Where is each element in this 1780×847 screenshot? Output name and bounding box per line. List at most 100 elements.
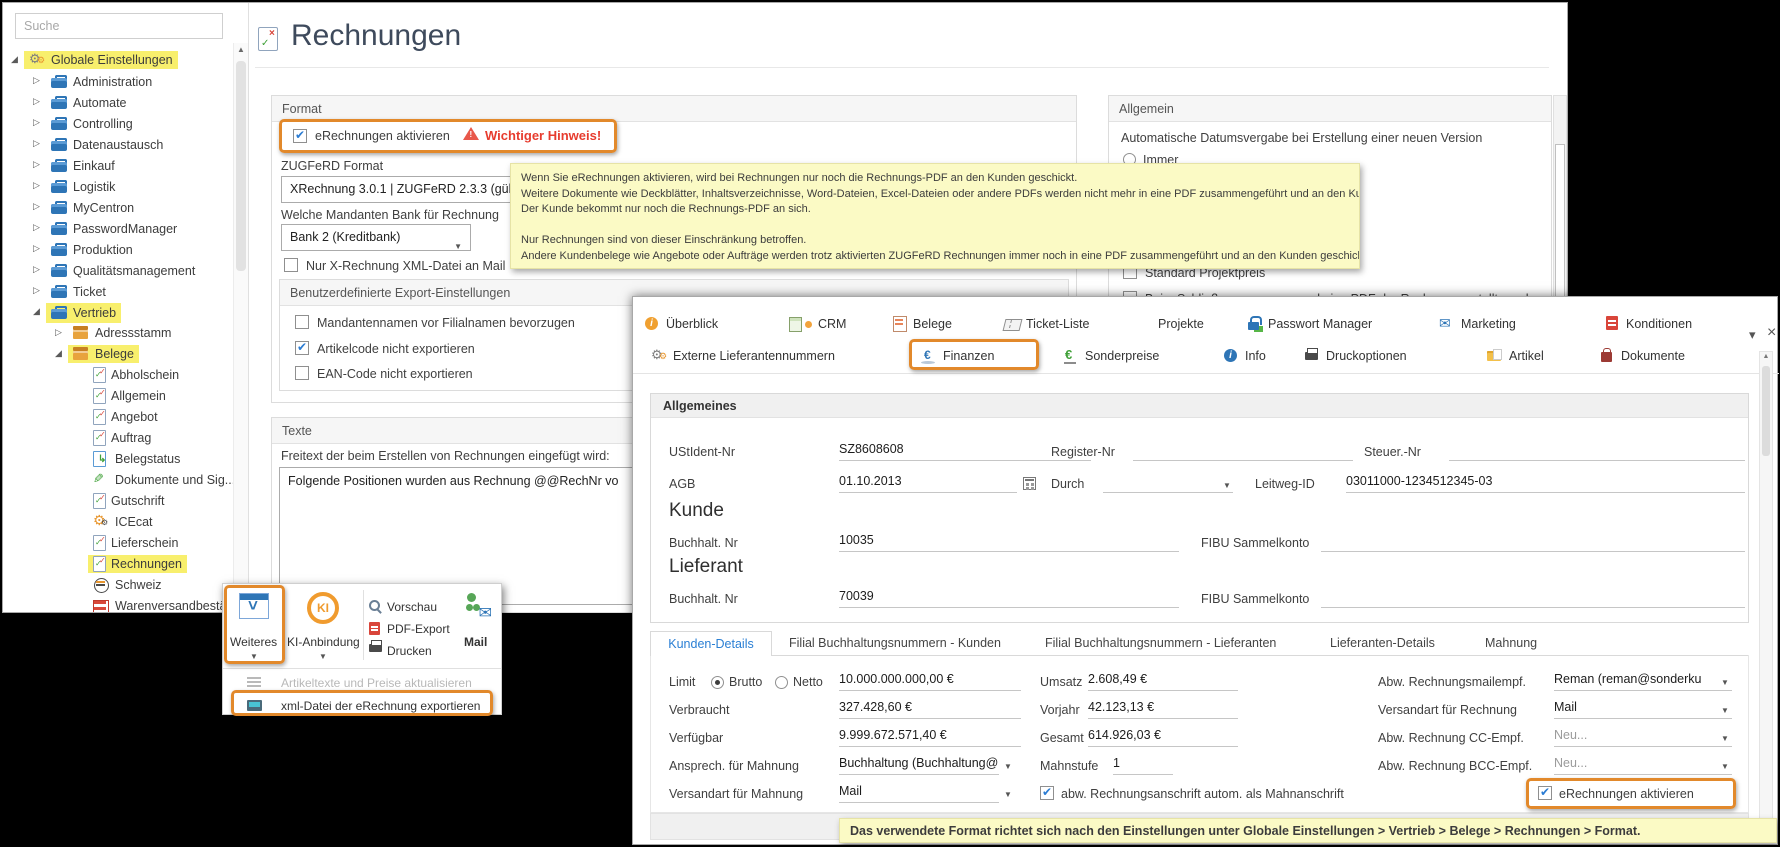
expand-arrow-icon[interactable]: ▷ [33, 264, 40, 275]
expand-arrow-icon[interactable]: ▷ [33, 96, 40, 107]
verfuegbar-field[interactable]: 9.999.672.571,40 € [839, 728, 1021, 747]
abw-mailempf-field[interactable]: Reman (reman@sonderku [1554, 672, 1732, 691]
tab-konditionen[interactable]: Konditionen [1604, 314, 1692, 334]
tree-item-controlling[interactable]: ▷Controlling [3, 114, 231, 135]
tree-item-schweiz[interactable]: Schweiz [3, 576, 231, 597]
subtab-kunden-details[interactable]: Kunden-Details [650, 631, 772, 656]
tree-item-rechnungen[interactable]: Rechnungen [3, 555, 231, 576]
collapse-arrow-icon[interactable]: ◢ [11, 54, 18, 65]
verbraucht-field[interactable]: 327.428,60 € [839, 700, 1021, 719]
bank-select[interactable]: Bank 2 (Kreditbank) ▼ [281, 224, 471, 251]
expand-arrow-icon[interactable]: ▷ [33, 285, 40, 296]
kunde-fibu-field[interactable] [1321, 533, 1745, 552]
subtab-filial-buchhaltungsnummern-kunden[interactable]: Filial Buchhaltungsnummern - Kunden [789, 636, 1001, 650]
abw-cc-field[interactable]: Neu... [1554, 728, 1732, 747]
scroll-thumb[interactable] [1762, 366, 1770, 456]
tree-item-allgemein[interactable]: Allgemein [3, 387, 231, 408]
collapse-arrow-icon[interactable]: ◢ [55, 348, 62, 359]
scroll-up-icon[interactable]: ▲ [1760, 353, 1772, 360]
chevron-down-icon[interactable]: ▼ [1004, 762, 1012, 771]
brutto-radio[interactable] [711, 676, 724, 689]
tree-item-automate[interactable]: ▷Automate [3, 93, 231, 114]
ki-anbindung-button[interactable]: KI KI-Anbindung ▼ [287, 589, 361, 661]
tree-item-icecat[interactable]: ICEcat [3, 513, 231, 534]
tab-belege[interactable]: Belege [891, 314, 952, 334]
erechnungen-aktivieren-checkbox-2[interactable] [1538, 786, 1552, 800]
kunde-buchhalt-field[interactable]: 10035 [839, 533, 1179, 552]
chevron-down-icon[interactable]: ▼ [1721, 734, 1729, 743]
window-close-icon[interactable]: × [1767, 324, 1776, 342]
tree-item-angebot[interactable]: Angebot [3, 408, 231, 429]
tab-externe-lieferantennummern[interactable]: Externe Lieferantennummern [651, 346, 835, 366]
tab-finanzen[interactable]: Finanzen [921, 346, 994, 366]
tab-info[interactable]: Info [1223, 346, 1266, 366]
register-field[interactable] [1133, 442, 1353, 461]
calendar-icon[interactable] [1023, 477, 1036, 490]
tab-sonderpreise[interactable]: Sonderpreise [1063, 346, 1159, 366]
mail-button[interactable]: Mail [455, 589, 499, 661]
expand-arrow-icon[interactable]: ▷ [33, 159, 40, 170]
chevron-down-icon[interactable]: ▼ [454, 234, 462, 259]
tree-item-datenaustausch[interactable]: ▷Datenaustausch [3, 135, 231, 156]
tab-überblick[interactable]: Überblick [644, 314, 718, 334]
tree-item-mycentron[interactable]: ▷MyCentron [3, 198, 231, 219]
drucken-button[interactable]: Drucken [369, 642, 453, 662]
umsatz-field[interactable]: 2.608,49 € [1088, 672, 1238, 691]
ansprech-mahnung-field[interactable]: Buchhaltung (Buchhaltung@ [839, 756, 999, 775]
tree-item-lieferschein[interactable]: Lieferschein [3, 534, 231, 555]
tree-item-einkauf[interactable]: ▷Einkauf [3, 156, 231, 177]
tree-item-dokumente-und-sig[interactable]: Dokumente und Sig... [3, 471, 231, 492]
lieferant-fibu-field[interactable] [1321, 589, 1745, 608]
export-checkbox-artikelcode-nicht-exportieren[interactable] [295, 341, 309, 355]
netto-radio[interactable] [775, 676, 788, 689]
collapse-arrow-icon[interactable]: ◢ [33, 306, 40, 317]
expand-arrow-icon[interactable]: ▷ [33, 201, 40, 212]
gesamt-field[interactable]: 614.926,03 € [1088, 728, 1238, 747]
vorjahr-field[interactable]: 42.123,13 € [1088, 700, 1238, 719]
tab-passwort-manager[interactable]: Passwort Manager [1246, 314, 1372, 334]
chevron-down-icon[interactable]: ▼ [1721, 678, 1729, 687]
tree-item-adressstamm[interactable]: ▷Adressstamm [3, 324, 231, 345]
tree-item-ticket[interactable]: ▷Ticket [3, 282, 231, 303]
chevron-down-icon[interactable]: ▼ [1223, 481, 1231, 490]
chevron-down-icon[interactable]: ▼ [1004, 790, 1012, 799]
tab-crm[interactable]: CRM [788, 314, 846, 334]
mahnstufe-field[interactable]: 1 [1113, 756, 1173, 775]
expand-arrow-icon[interactable]: ▷ [55, 327, 62, 338]
export-checkbox-ean-code-nicht-exportieren[interactable] [295, 366, 309, 380]
subtab-lieferanten-details[interactable]: Lieferanten-Details [1330, 636, 1435, 650]
agb-field[interactable]: 01.10.2013 [839, 474, 1017, 493]
limit-field[interactable]: 10.000.000.000,00 € [839, 672, 1021, 691]
tree-item-globale-einstellungen[interactable]: ◢Globale Einstellungen [3, 51, 231, 72]
expand-arrow-icon[interactable]: ▷ [33, 222, 40, 233]
menu-item-xml-datei-der-erechnung-exportieren[interactable]: xml-Datei der eRechnung exportieren [223, 695, 501, 717]
scroll-thumb[interactable] [236, 61, 246, 271]
lieferant-buchhalt-field[interactable]: 70039 [839, 589, 1179, 608]
pdf-export-button[interactable]: PDF-Export [369, 620, 453, 640]
tree-item-warenversandbestä[interactable]: Warenversandbestä [3, 597, 231, 612]
tab-artikel[interactable]: Artikel [1487, 346, 1544, 366]
tree-item-belege[interactable]: ◢Belege [3, 345, 231, 366]
window-pin-icon[interactable]: ▾ [1749, 327, 1756, 343]
tree-item-gutschrift[interactable]: Gutschrift [3, 492, 231, 513]
tab-druckoptionen[interactable]: Druckoptionen [1304, 346, 1407, 366]
tab-marketing[interactable]: Marketing [1439, 314, 1516, 334]
sidebar-scrollbar[interactable]: ▲ [233, 43, 248, 612]
versandart-mahnung-field[interactable]: Mail [839, 784, 999, 803]
scroll-thumb[interactable] [1555, 144, 1565, 304]
xrechnung-xml-checkbox[interactable] [284, 258, 298, 272]
tree-item-passwordmanager[interactable]: ▷PasswordManager [3, 219, 231, 240]
expand-arrow-icon[interactable]: ▷ [33, 243, 40, 254]
weiteres-button[interactable]: Weiteres ▼ [228, 589, 282, 661]
tab-projekte[interactable]: Projekte [1136, 314, 1204, 334]
tab-ticket-liste[interactable]: Ticket-Liste [1004, 314, 1089, 334]
export-checkbox-mandantennamen-vor-filialnamen-bevorzugen[interactable] [295, 315, 309, 329]
expand-arrow-icon[interactable]: ▷ [33, 117, 40, 128]
search-input[interactable] [15, 13, 223, 39]
tree-item-logistik[interactable]: ▷Logistik [3, 177, 231, 198]
leitweg-field[interactable]: 03011000-1234512345-03 [1346, 474, 1745, 493]
steuer-field[interactable] [1449, 442, 1745, 461]
tab-dokumente[interactable]: Dokumente [1599, 346, 1685, 366]
vorschau-button[interactable]: Vorschau [369, 598, 453, 618]
durch-field[interactable] [1103, 474, 1233, 493]
